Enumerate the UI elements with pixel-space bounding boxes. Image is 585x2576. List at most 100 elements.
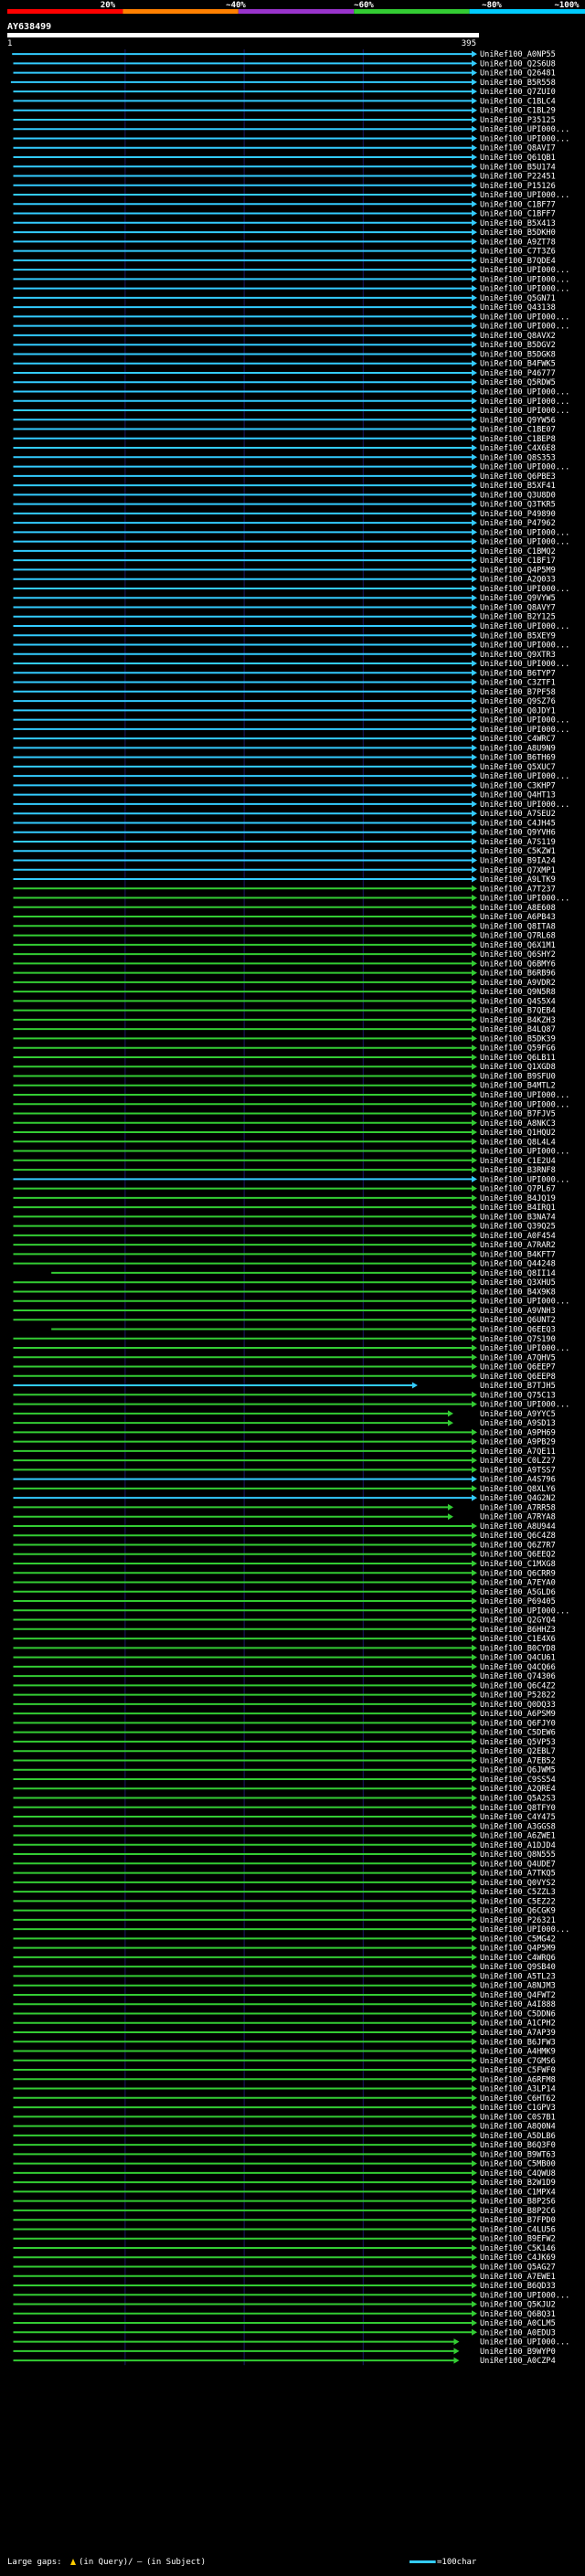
hit-row[interactable]: UniRef100_C1MXG8 <box>13 1560 556 1569</box>
hit-label[interactable]: UniRef100_Q6BMY6 <box>480 959 556 969</box>
hit-row[interactable]: UniRef100_UPI000... <box>13 660 570 669</box>
hit-row[interactable]: UniRef100_B5XF41 <box>13 482 556 491</box>
hit-label[interactable]: UniRef100_C1BE07 <box>480 426 556 435</box>
hit-row[interactable]: UniRef100_UPI000... <box>13 1925 570 1935</box>
hit-label[interactable]: UniRef100_Q6EEQ3 <box>480 1325 556 1334</box>
hit-label[interactable]: UniRef100_UPI000... <box>480 125 569 134</box>
hit-row[interactable]: UniRef100_P47962 <box>13 519 556 528</box>
hit-row[interactable]: UniRef100_B7PF58 <box>13 688 556 697</box>
hit-label[interactable]: UniRef100_UPI000... <box>480 191 569 200</box>
hit-label[interactable]: UniRef100_A2Q033 <box>480 576 556 585</box>
hit-label[interactable]: UniRef100_C1BL29 <box>480 107 556 116</box>
hit-label[interactable]: UniRef100_UPI000... <box>480 134 569 143</box>
hit-label[interactable]: UniRef100_Q74306 <box>480 1672 556 1681</box>
hit-label[interactable]: UniRef100_Q6JWM5 <box>480 1766 556 1776</box>
hit-row[interactable]: UniRef100_Q6Z7R7 <box>13 1541 556 1550</box>
hit-label[interactable]: UniRef100_Q4CQ66 <box>480 1663 556 1672</box>
hit-label[interactable]: UniRef100_UPI000... <box>480 313 569 322</box>
hit-row[interactable]: UniRef100_Q8ITA8 <box>13 922 556 931</box>
hit-row[interactable]: UniRef100_B2W1D9 <box>13 2178 556 2188</box>
hit-label[interactable]: UniRef100_A7SEU2 <box>480 810 556 819</box>
hit-row[interactable]: UniRef100_A7AP39 <box>13 2029 556 2038</box>
hit-label[interactable]: UniRef100_Q5RDW5 <box>480 378 556 387</box>
hit-label[interactable]: UniRef100_A7QHV5 <box>480 1353 556 1362</box>
hit-label[interactable]: UniRef100_UPI000... <box>480 1091 569 1100</box>
hit-row[interactable]: UniRef100_P35125 <box>13 116 556 125</box>
hit-row[interactable]: UniRef100_A2Q033 <box>13 576 556 585</box>
hit-row[interactable]: UniRef100_B5DKH0 <box>13 228 556 238</box>
hit-label[interactable]: UniRef100_C3KHP7 <box>480 781 556 790</box>
hit-label[interactable]: UniRef100_B5DGV2 <box>480 341 556 350</box>
hit-label[interactable]: UniRef100_A2QRE4 <box>480 1785 556 1794</box>
hit-row[interactable]: UniRef100_C0LZ27 <box>13 1457 556 1466</box>
hit-row[interactable]: UniRef100_A7RAR2 <box>13 1241 556 1250</box>
hit-row[interactable]: UniRef100_Q1HQU2 <box>13 1129 556 1138</box>
hit-row[interactable]: UniRef100_UPI000... <box>13 1344 570 1353</box>
hit-row[interactable]: UniRef100_Q74306 <box>13 1672 556 1681</box>
hit-row[interactable]: UniRef100_Q6CRR9 <box>13 1569 556 1578</box>
hit-label[interactable]: UniRef100_P35125 <box>480 116 556 125</box>
hit-row[interactable]: UniRef100_Q5VP53 <box>13 1738 556 1747</box>
hit-row[interactable]: UniRef100_P69405 <box>13 1597 556 1606</box>
hit-row[interactable]: UniRef100_Q9SZ76 <box>13 697 556 706</box>
hit-label[interactable]: UniRef100_C3ZTF1 <box>480 679 556 688</box>
hit-row[interactable]: UniRef100_UPI000... <box>13 387 570 397</box>
hit-label[interactable]: UniRef100_C5K146 <box>480 2244 556 2253</box>
hit-label[interactable]: UniRef100_C7GMS6 <box>480 2057 556 2066</box>
hit-row[interactable]: UniRef100_A3LP14 <box>13 2085 556 2094</box>
hit-row[interactable]: UniRef100_B6RB96 <box>13 970 556 979</box>
hit-label[interactable]: UniRef100_A7S119 <box>480 838 556 847</box>
hit-row[interactable]: UniRef100_Q7ZUI0 <box>13 88 556 97</box>
hit-row[interactable]: UniRef100_UPI000... <box>13 726 570 735</box>
hit-row[interactable]: UniRef100_A0EDU3 <box>13 2328 556 2337</box>
hit-row[interactable]: UniRef100_Q4UDE7 <box>13 1860 556 1869</box>
hit-row[interactable]: UniRef100_UPI000... <box>13 772 570 781</box>
hit-row[interactable]: UniRef100_UPI000... <box>13 266 570 275</box>
hit-row[interactable]: UniRef100_A3GGS8 <box>13 1822 556 1831</box>
hit-row[interactable]: UniRef100_UPI000... <box>13 1100 570 1109</box>
hit-row[interactable]: UniRef100_A9VDR2 <box>13 979 556 988</box>
hit-label[interactable]: UniRef100_UPI000... <box>480 1401 569 1410</box>
hit-row[interactable]: UniRef100_B5U174 <box>13 163 556 172</box>
hit-row[interactable]: UniRef100_P22451 <box>13 173 556 182</box>
hit-row[interactable]: UniRef100_A4S796 <box>13 1476 556 1485</box>
hit-row[interactable]: UniRef100_B8P2C6 <box>13 2207 556 2216</box>
hit-row[interactable]: UniRef100_UPI000... <box>13 1091 570 1100</box>
hit-label[interactable]: UniRef100_Q8N555 <box>480 1850 556 1860</box>
hit-label[interactable]: UniRef100_B9WYP0 <box>480 2348 556 2357</box>
hit-row[interactable]: UniRef100_A1DJD4 <box>13 1841 556 1850</box>
hit-row[interactable]: UniRef100_Q6UNT2 <box>13 1316 556 1325</box>
hit-row[interactable]: UniRef100_A9TSS7 <box>13 1466 556 1475</box>
hit-label[interactable]: UniRef100_C5DEW6 <box>480 1729 556 1738</box>
hit-row[interactable]: UniRef100_A7EWE1 <box>13 2273 556 2282</box>
hit-row[interactable]: UniRef100_A7RR58 <box>13 1503 556 1512</box>
hit-row[interactable]: UniRef100_UPI000... <box>13 2338 570 2348</box>
hit-row[interactable]: UniRef100_B7FJV5 <box>13 1110 556 1119</box>
hit-row[interactable]: UniRef100_A7QE11 <box>13 1447 556 1457</box>
hit-label[interactable]: UniRef100_A0CZP4 <box>480 2357 556 2366</box>
hit-label[interactable]: UniRef100_C6HT62 <box>480 2094 556 2104</box>
hit-label[interactable]: UniRef100_Q4S5X4 <box>480 997 556 1006</box>
hit-label[interactable]: UniRef100_B5R558 <box>480 79 556 88</box>
hit-label[interactable]: UniRef100_A4I888 <box>480 2000 556 2009</box>
hit-row[interactable]: UniRef100_P49890 <box>13 510 556 519</box>
hit-label[interactable]: UniRef100_B4KZH3 <box>480 1016 556 1025</box>
hit-label[interactable]: UniRef100_UPI000... <box>480 585 569 594</box>
hit-row[interactable]: UniRef100_Q59FG6 <box>13 1044 556 1054</box>
hit-label[interactable]: UniRef100_Q8TFY0 <box>480 1804 556 1813</box>
hit-label[interactable]: UniRef100_C9SS54 <box>480 1776 556 1785</box>
hit-label[interactable]: UniRef100_B5DKH0 <box>480 228 556 238</box>
hit-label[interactable]: UniRef100_P46777 <box>480 369 556 378</box>
hit-label[interactable]: UniRef100_B6JFW3 <box>480 2038 556 2047</box>
hit-label[interactable]: UniRef100_Q9N5R8 <box>480 988 556 997</box>
hit-label[interactable]: UniRef100_Q0VYS2 <box>480 1879 556 1888</box>
hit-label[interactable]: UniRef100_UPI000... <box>480 1148 569 1157</box>
hit-label[interactable]: UniRef100_Q6EEP7 <box>480 1363 556 1373</box>
hit-label[interactable]: UniRef100_UPI000... <box>480 716 569 726</box>
hit-row[interactable]: UniRef100_B4LQ87 <box>13 1025 556 1034</box>
hit-label[interactable]: UniRef100_B5DK39 <box>480 1034 556 1044</box>
hit-row[interactable]: UniRef100_B9WT63 <box>13 2150 556 2159</box>
hit-row[interactable]: UniRef100_C5MB00 <box>13 2160 556 2169</box>
hit-label[interactable]: UniRef100_Q3TKR5 <box>480 501 556 510</box>
hit-label[interactable]: UniRef100_B7TJH5 <box>480 1382 556 1391</box>
